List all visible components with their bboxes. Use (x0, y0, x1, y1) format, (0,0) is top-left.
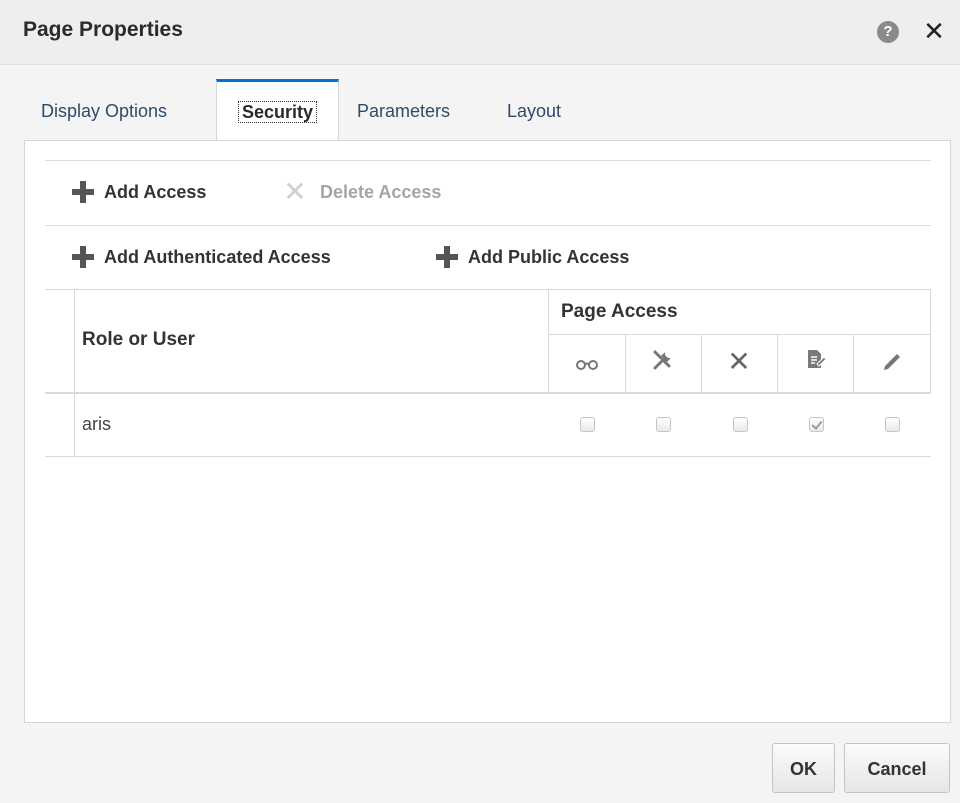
delete-access-label: Delete Access (320, 181, 442, 202)
delete-x-icon: ✕ (283, 176, 307, 207)
tab-label: Layout (507, 101, 562, 121)
tab-display-options[interactable]: Display Options (41, 79, 167, 139)
row-selector-divider (74, 289, 75, 457)
cancel-button[interactable]: Cancel (844, 743, 950, 793)
edit-content-checkbox[interactable] (809, 417, 824, 432)
column-divider (701, 335, 702, 393)
view-checkbox[interactable] (580, 417, 595, 432)
help-icon[interactable]: ? (877, 21, 899, 43)
tab-security[interactable]: Security (216, 79, 339, 141)
add-public-access-button[interactable]: Add Public Access (436, 246, 629, 268)
edit-checkbox[interactable] (885, 417, 900, 432)
edit-icon (877, 348, 907, 378)
table-right-border (930, 289, 931, 393)
tab-bar: Display Options Security Parameters Layo… (25, 79, 955, 141)
role-or-user-header[interactable]: Role or User (82, 329, 195, 351)
tab-label: Security (237, 101, 318, 123)
tab-label: Parameters (357, 101, 451, 121)
delete-access-button[interactable]: ✕ Delete Access (282, 176, 442, 207)
plus-icon (72, 246, 94, 268)
toolbar-divider (45, 160, 931, 161)
customize-icon (648, 348, 678, 378)
table-border (45, 289, 931, 290)
column-divider (777, 335, 778, 393)
tab-label: Display Options (41, 101, 168, 121)
add-access-button[interactable]: Add Access (72, 181, 206, 203)
dialog-titlebar: Page Properties ? ✕ (0, 0, 960, 65)
customize-checkbox[interactable] (656, 417, 671, 432)
add-authenticated-access-label: Add Authenticated Access (104, 246, 331, 267)
close-icon[interactable]: ✕ (920, 16, 948, 46)
ok-button[interactable]: OK (772, 743, 835, 793)
edit-content-icon (801, 348, 831, 378)
tab-layout[interactable]: Layout (507, 79, 561, 139)
delete-checkbox[interactable] (733, 417, 748, 432)
header-bottom-border (45, 392, 931, 394)
role-cell: aris (82, 414, 112, 434)
page-access-header: Page Access (561, 301, 678, 322)
toolbar-divider (45, 225, 931, 226)
column-divider (853, 335, 854, 393)
add-public-access-label: Add Public Access (468, 246, 630, 267)
page-properties-dialog: Page Properties ? ✕ Display Options Secu… (0, 0, 960, 803)
row-divider (45, 456, 931, 457)
plus-icon (72, 181, 94, 203)
security-panel: Add Access ✕ Delete Access Add Authentic… (24, 140, 951, 723)
column-divider (548, 289, 549, 393)
delete-icon: ✕ (727, 346, 751, 377)
column-divider (625, 335, 626, 393)
tab-parameters[interactable]: Parameters (357, 79, 450, 139)
view-icon (572, 349, 602, 379)
add-access-label: Add Access (104, 181, 207, 202)
dialog-title: Page Properties (23, 18, 183, 41)
plus-icon (436, 246, 458, 268)
access-table: Role or User Page Access ✕ aris (45, 289, 931, 459)
header-divider (548, 334, 931, 335)
add-authenticated-access-button[interactable]: Add Authenticated Access (72, 246, 331, 268)
